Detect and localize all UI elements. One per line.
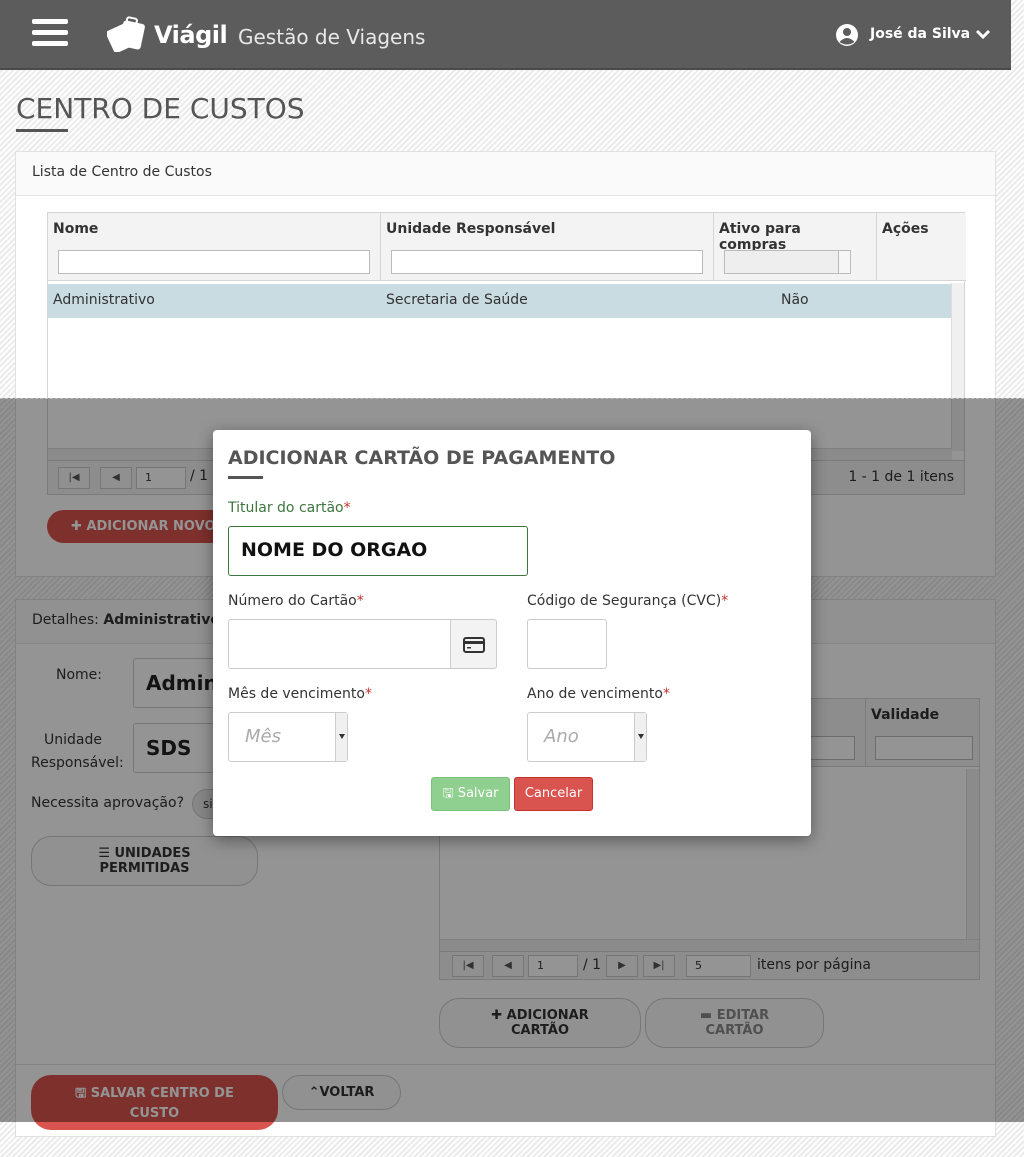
ano-select[interactable]: Ano [527, 712, 647, 762]
card-number-input[interactable] [228, 619, 451, 669]
cvc-label: Código de Segurança (CVC)* [527, 593, 729, 609]
top-bar: Viágil Gestão de Viagens José da Silva [0, 0, 1011, 70]
table-row[interactable]: Administrativo Secretaria de Saúde Não [48, 284, 952, 318]
mes-label: Mês de vencimento* [228, 686, 372, 702]
cancel-button[interactable]: Cancelar [514, 777, 593, 811]
chevron-down-icon[interactable] [974, 27, 992, 41]
save-button[interactable]: 🖫 Salvar [431, 777, 510, 811]
modal-title: ADICIONAR CARTÃO DE PAGAMENTO [228, 447, 616, 469]
filter-unidade-input[interactable] [391, 250, 703, 274]
credit-card-icon[interactable] [451, 619, 497, 669]
modal-title-underline [228, 476, 263, 479]
add-card-modal: ADICIONAR CARTÃO DE PAGAMENTO Titular do… [213, 430, 811, 836]
filter-nome-input[interactable] [58, 250, 370, 274]
user-name[interactable]: José da Silva [870, 26, 970, 42]
numero-label: Número do Cartão* [228, 593, 364, 609]
titular-input[interactable]: NOME DO ORGAO [228, 526, 528, 576]
suitcase-logo-icon [107, 16, 145, 52]
titular-label: Titular do cartão* [228, 500, 351, 516]
filter-ativo-select[interactable] [724, 250, 851, 274]
brand-name: Viágil [154, 21, 228, 49]
list-panel-title: Lista de Centro de Custos [16, 152, 995, 196]
ano-label: Ano de vencimento* [527, 686, 670, 702]
page-title: CENTRO DE CUSTOS [16, 92, 305, 125]
mes-select[interactable]: Mês [228, 712, 348, 762]
cvc-input[interactable] [527, 619, 607, 669]
column-header-acoes: Ações [877, 213, 966, 281]
menu-icon[interactable] [32, 19, 68, 47]
user-circle-icon[interactable] [835, 23, 859, 47]
app-subtitle: Gestão de Viagens [238, 25, 426, 49]
save-icon: 🖫 [442, 786, 454, 801]
title-underline [16, 129, 68, 132]
